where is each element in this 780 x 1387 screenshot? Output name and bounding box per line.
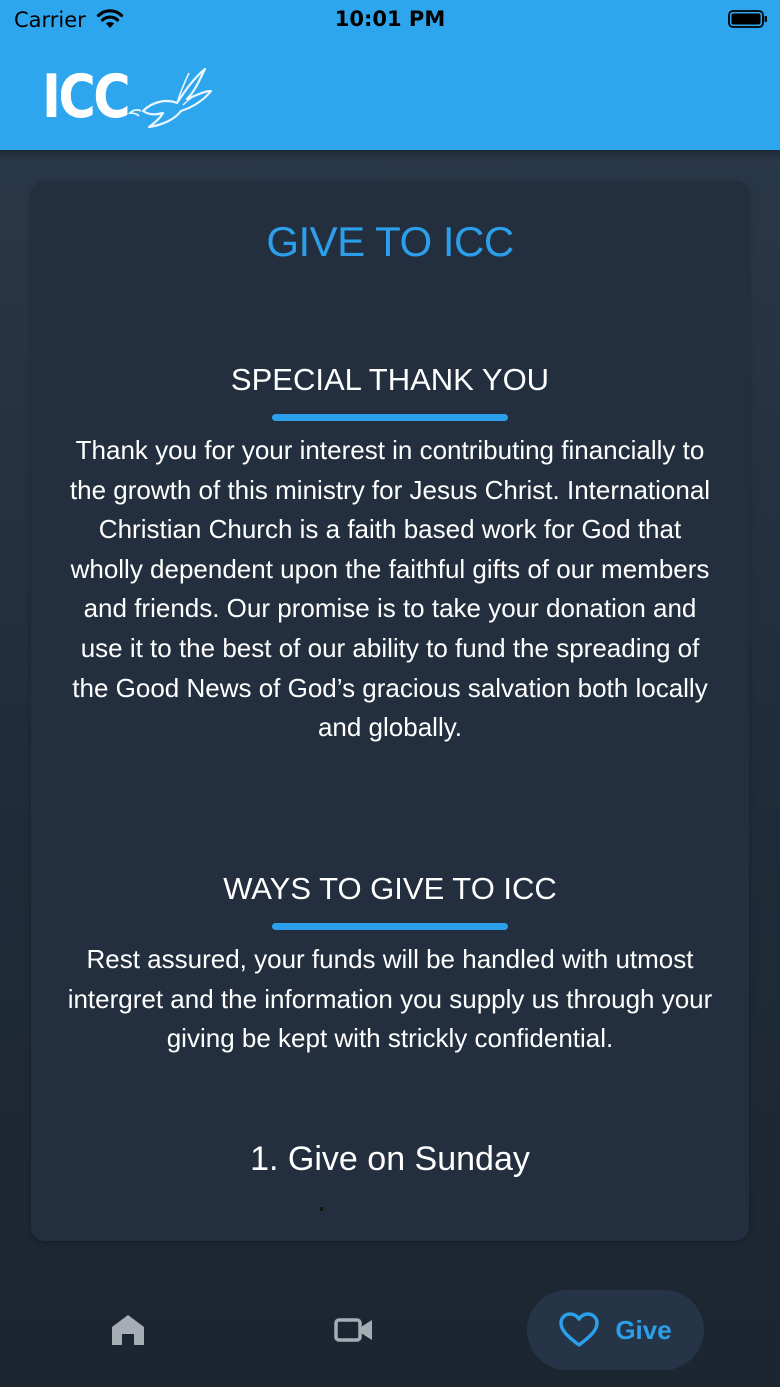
tab-give[interactable]: Give — [527, 1290, 704, 1370]
icc-logo[interactable]: ICC — [42, 62, 213, 132]
section-underline — [272, 923, 508, 930]
header-shadow — [0, 150, 780, 160]
dove-icon — [128, 67, 213, 129]
status-bar: Carrier 10:01 PM — [0, 0, 780, 40]
battery-icon — [728, 10, 767, 28]
tab-bar: Give — [0, 1270, 780, 1387]
status-time: 10:01 PM — [334, 7, 446, 31]
video-camera-icon — [334, 1318, 372, 1342]
section-underline — [272, 414, 508, 421]
section-heading-thank-you: SPECIAL THANK YOU — [230, 362, 550, 397]
give-option-sunday: 1. Give on Sunday — [250, 1140, 530, 1178]
thank-you-paragraph: Thank you for your interest in contribut… — [69, 435, 711, 743]
ways-to-give-paragraph: Rest assured, your funds will be handled… — [67, 944, 713, 1054]
cursor-dot — [320, 1207, 323, 1211]
tab-video[interactable] — [334, 1316, 374, 1344]
home-icon — [112, 1315, 144, 1345]
section-heading-ways-to-give: WAYS TO GIVE TO ICC — [223, 871, 557, 906]
tab-home[interactable] — [110, 1312, 146, 1348]
app-header: ICC — [0, 40, 780, 150]
logo-text: ICC — [42, 62, 131, 132]
heart-icon — [559, 1312, 600, 1347]
page-title: GIVE TO ICC — [266, 218, 514, 265]
tab-give-label: Give — [615, 1314, 672, 1345]
